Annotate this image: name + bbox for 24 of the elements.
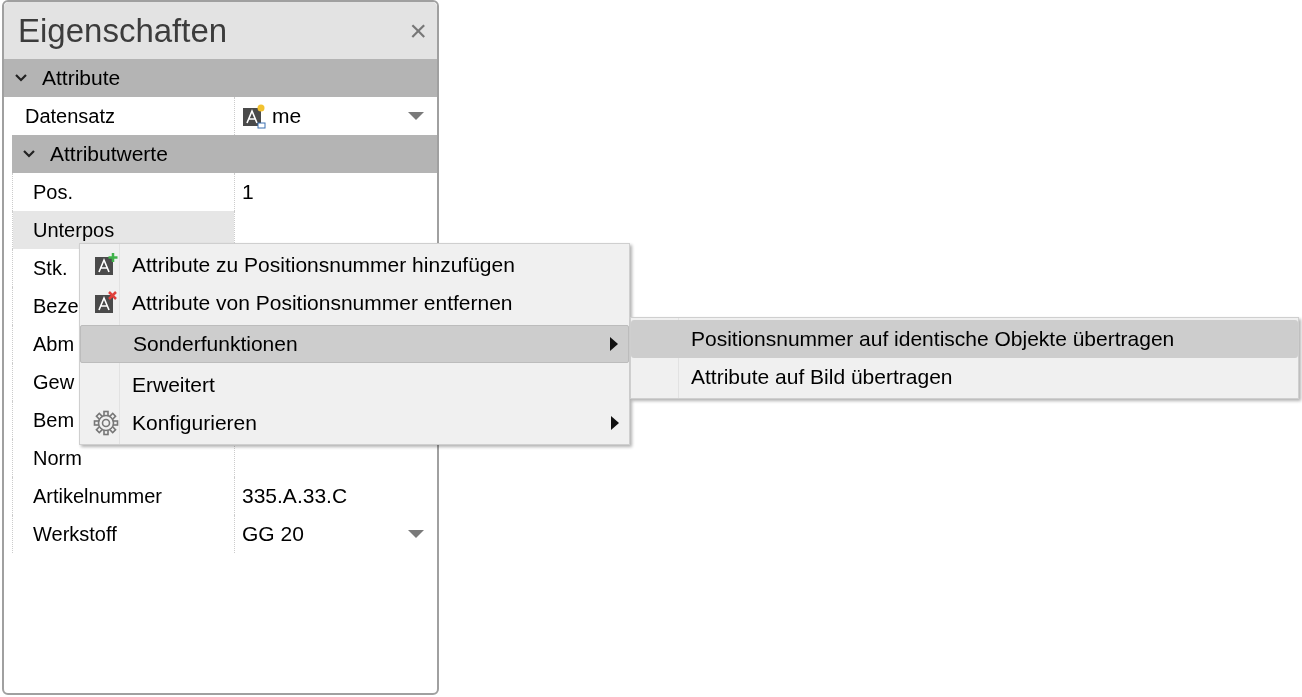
submenu-arrow-icon: [610, 337, 618, 351]
chevron-icon[interactable]: [22, 149, 36, 159]
submenu-arrow-icon: [611, 416, 619, 430]
menu-item[interactable]: Erweitert: [80, 366, 629, 404]
attribute-remove-icon: [94, 290, 118, 316]
menu-item[interactable]: Attribute von Positionsnummer entfernen: [80, 284, 629, 322]
dropdown-caret-icon[interactable]: [407, 111, 425, 121]
menu-item[interactable]: Attribute zu Positionsnummer hinzufügen: [80, 246, 629, 284]
section-header[interactable]: Attributwerte: [12, 135, 437, 173]
menu-item[interactable]: Sonderfunktionen: [80, 325, 629, 363]
property-value: 1: [242, 179, 254, 206]
chevron-icon[interactable]: [14, 73, 28, 83]
panel-title: Eigenschaften: [18, 10, 228, 51]
property-value: 335.A.33.C: [242, 483, 348, 510]
property-value: me: [272, 103, 302, 130]
section-header[interactable]: Attribute: [4, 59, 437, 97]
attribute-add-icon: [94, 252, 118, 278]
menu-item[interactable]: Attribute auf Bild übertragen: [631, 358, 1298, 396]
menu-item[interactable]: Konfigurieren: [80, 404, 629, 442]
record-icon: [242, 103, 266, 129]
menu-item[interactable]: Positionsnummer auf identische Objekte übertragen: [631, 320, 1298, 358]
property-value: GG 20: [242, 521, 304, 548]
dropdown-caret-icon[interactable]: [407, 529, 425, 539]
gear-icon: [93, 410, 119, 436]
